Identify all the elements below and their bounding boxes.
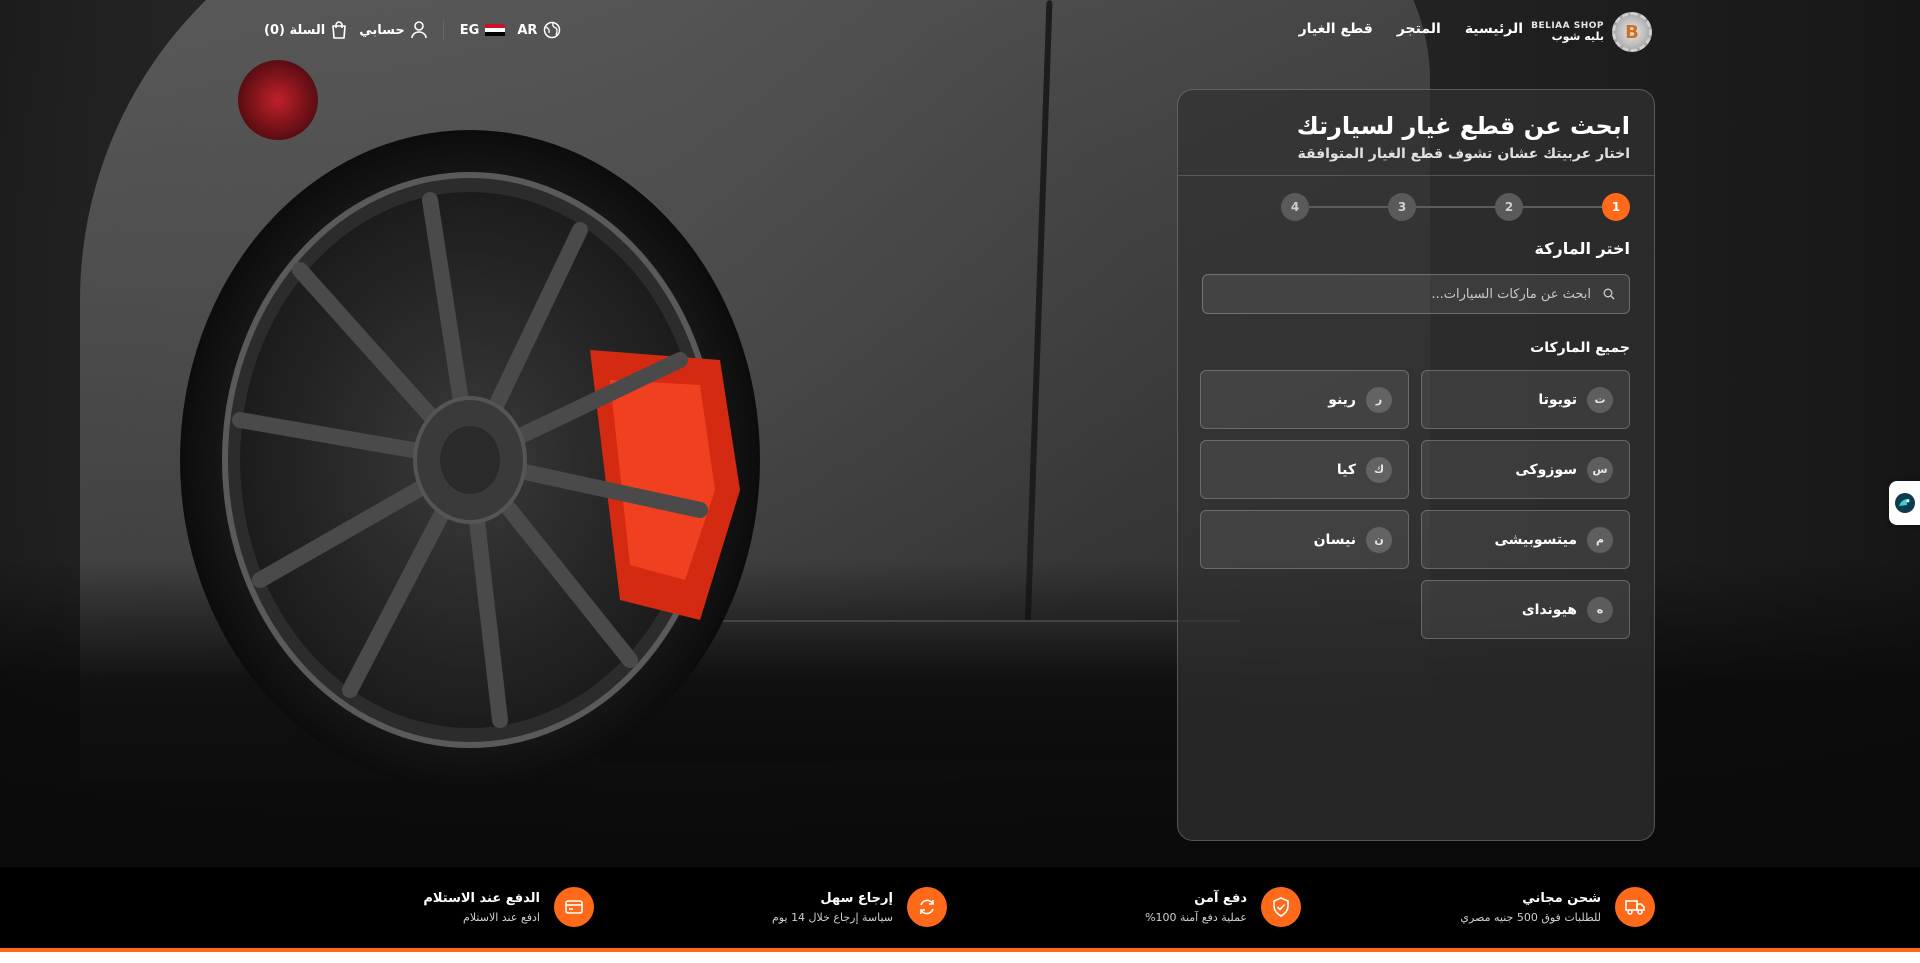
brand-option-toyota[interactable]: ت تويوتا: [1421, 370, 1630, 429]
brand-search-input[interactable]: [1217, 285, 1593, 303]
top-navigation: B BELIAA SHOP بليه شوب الرئيسية المتجر ق…: [0, 0, 1920, 66]
cart-label: السلة (0): [264, 22, 326, 38]
brand-name: ميتسوبيشى: [1494, 531, 1577, 548]
brand-letter-badge: س: [1587, 456, 1613, 483]
shield-check-icon: [1261, 887, 1301, 927]
logo-gear-icon: B: [1612, 12, 1652, 52]
header-actions: السلة (0) حسابي EG AR: [264, 20, 561, 40]
feature-easy-returns: إرجاع سهل سياسة إرجاع خلال 14 يوم: [772, 887, 947, 927]
egypt-flag-icon: [485, 23, 506, 37]
feature-subtitle: سياسة إرجاع خلال 14 يوم: [772, 910, 893, 924]
account-button[interactable]: حسابي: [359, 21, 427, 39]
logo-text-ar: بليه شوب: [1551, 29, 1604, 43]
stepper-line: [1286, 206, 1616, 208]
brand-letter-badge: ه: [1587, 596, 1613, 623]
step-1[interactable]: 1: [1602, 193, 1630, 221]
feature-cash-on-delivery: الدفع عند الاستلام ادفع عند الاستلام: [423, 887, 594, 927]
brand-name: سوزوكى: [1515, 461, 1577, 478]
search-icon: [1603, 288, 1615, 300]
parts-finder-panel: ابحث عن قطع غيار لسيارتك اختار عربيتك عش…: [1177, 89, 1655, 841]
brand-name: رينو: [1328, 391, 1356, 408]
account-label: حسابي: [359, 22, 405, 38]
car-wheel-image: [180, 130, 760, 790]
feature-title: الدفع عند الاستلام: [423, 890, 540, 906]
brand-name: نيسان: [1313, 531, 1356, 548]
brand-grid: ت تويوتا ر رينو س سوزوكى ك كيا م ميتسوبي…: [1200, 370, 1630, 639]
country-code: EG: [459, 22, 480, 38]
cart-button[interactable]: السلة (0): [264, 21, 347, 39]
feature-secure-payment: دفع آمن عملية دفع آمنة 100%: [1145, 887, 1301, 927]
brand-letter-badge: ن: [1366, 526, 1392, 553]
feature-subtitle: للطلبات فوق 500 جنيه مصري: [1460, 910, 1601, 924]
brand-option-hyundai[interactable]: ه هيونداى: [1421, 580, 1630, 639]
step-3[interactable]: 3: [1388, 193, 1416, 221]
site-logo[interactable]: B BELIAA SHOP بليه شوب: [1531, 12, 1652, 52]
feature-subtitle: عملية دفع آمنة 100%: [1145, 910, 1247, 924]
refresh-icon: [907, 887, 947, 927]
truck-icon: [1615, 887, 1655, 927]
nav-item-spare-parts[interactable]: قطع الغيار: [1299, 21, 1373, 37]
feature-title: إرجاع سهل: [820, 890, 893, 906]
features-strip: شحن مجاني للطلبات فوق 500 جنيه مصري دفع …: [0, 867, 1920, 950]
nav-item-home[interactable]: الرئيسية: [1465, 21, 1523, 37]
user-icon: [410, 21, 427, 39]
country-selector[interactable]: EG: [460, 23, 506, 38]
step-title: اختر الماركة: [1534, 239, 1630, 258]
main-nav: الرئيسية المتجر قطع الغيار: [1299, 21, 1523, 37]
finder-stepper: 1 2 3 4: [1202, 193, 1630, 221]
feature-free-shipping: شحن مجاني للطلبات فوق 500 جنيه مصري: [1460, 887, 1655, 927]
feature-title: دفع آمن: [1194, 890, 1247, 906]
step-2[interactable]: 2: [1495, 193, 1523, 221]
all-brands-label: جميع الماركات: [1530, 340, 1630, 356]
credit-card-icon: [554, 887, 594, 927]
header-divider: [442, 20, 444, 40]
chat-bot-icon: [1895, 493, 1915, 513]
finder-title: ابحث عن قطع غيار لسيارتك: [1296, 112, 1630, 140]
nav-item-store[interactable]: المتجر: [1397, 21, 1441, 37]
chat-widget-button[interactable]: [1889, 481, 1920, 525]
feature-subtitle: ادفع عند الاستلام: [463, 910, 540, 924]
language-selector[interactable]: AR: [517, 21, 561, 39]
brand-letter-badge: م: [1587, 526, 1613, 553]
brand-option-kia[interactable]: ك كيا: [1200, 440, 1409, 499]
brand-option-mitsubishi[interactable]: م ميتسوبيشى: [1421, 510, 1630, 569]
step-4[interactable]: 4: [1281, 193, 1309, 221]
brand-name: كيا: [1336, 461, 1356, 478]
language-code: AR: [517, 22, 538, 38]
brand-letter-badge: ت: [1587, 386, 1613, 413]
brand-search[interactable]: [1202, 274, 1630, 314]
brand-letter-badge: ر: [1366, 386, 1392, 413]
footer-accent-bar: [0, 948, 1920, 952]
finder-subtitle: اختار عربيتك عشان تشوف قطع الغيار المتوا…: [1297, 146, 1630, 162]
brand-option-suzuki[interactable]: س سوزوكى: [1421, 440, 1630, 499]
brand-option-renault[interactable]: ر رينو: [1200, 370, 1409, 429]
feature-title: شحن مجاني: [1522, 890, 1601, 906]
brand-option-nissan[interactable]: ن نيسان: [1200, 510, 1409, 569]
shopping-bag-icon: [332, 21, 347, 39]
brand-name: تويوتا: [1538, 391, 1577, 408]
brand-name: هيونداى: [1521, 601, 1577, 618]
globe-icon: [544, 21, 561, 39]
brand-letter-badge: ك: [1366, 456, 1392, 483]
